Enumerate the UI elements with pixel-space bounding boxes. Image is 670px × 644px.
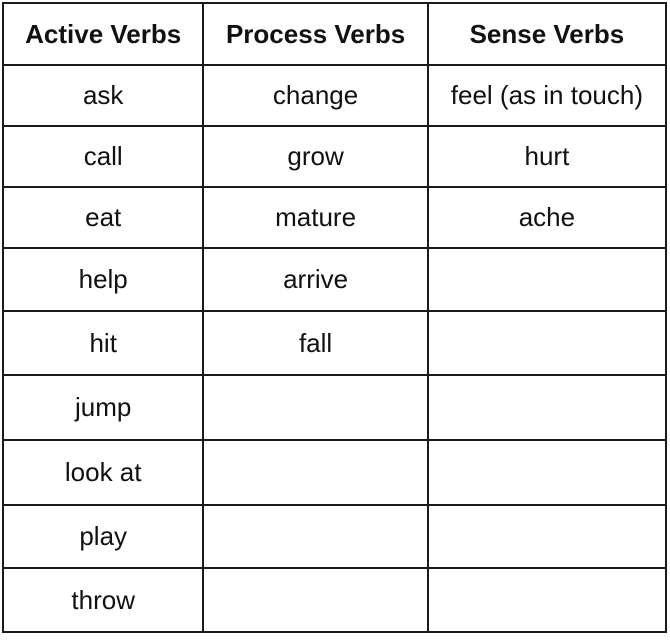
table-row: jump <box>1 374 668 441</box>
cell-sense <box>426 374 668 441</box>
cell-sense <box>426 567 668 633</box>
cell-active: jump <box>1 374 205 441</box>
cell-sense: feel (as in touch) <box>426 64 668 127</box>
cell-sense <box>426 504 668 569</box>
cell-active: eat <box>1 186 205 249</box>
cell-active: throw <box>1 567 205 633</box>
cell-active: help <box>1 247 205 312</box>
table-row: help arrive <box>1 247 668 312</box>
table-row: throw <box>1 567 668 633</box>
table-row: look at <box>1 439 668 506</box>
cell-process: arrive <box>202 247 429 312</box>
header-process-verbs: Process Verbs <box>202 2 429 66</box>
table-row: play <box>1 504 668 569</box>
cell-process <box>202 504 429 569</box>
cell-process: mature <box>202 186 429 249</box>
header-row: Active Verbs Process Verbs Sense Verbs <box>1 2 668 66</box>
cell-sense <box>426 247 668 312</box>
cell-sense <box>426 439 668 506</box>
cell-process <box>202 439 429 506</box>
cell-sense: hurt <box>426 125 668 188</box>
cell-active: look at <box>1 439 205 506</box>
cell-active: hit <box>1 310 205 376</box>
table-row: eat mature ache <box>1 186 668 249</box>
table-row: hit fall <box>1 310 668 376</box>
cell-process: fall <box>202 310 429 376</box>
cell-process <box>202 567 429 633</box>
cell-active: ask <box>1 64 205 127</box>
verbs-table: Active Verbs Process Verbs Sense Verbs a… <box>1 2 668 633</box>
header-active-verbs: Active Verbs <box>1 2 205 66</box>
header-sense-verbs: Sense Verbs <box>426 2 668 66</box>
cell-sense <box>426 310 668 376</box>
table-row: ask change feel (as in touch) <box>1 64 668 127</box>
cell-process: grow <box>202 125 429 188</box>
table-row: call grow hurt <box>1 125 668 188</box>
cell-active: call <box>1 125 205 188</box>
cell-sense: ache <box>426 186 668 249</box>
cell-active: play <box>1 504 205 569</box>
cell-process <box>202 374 429 441</box>
cell-process: change <box>202 64 429 127</box>
